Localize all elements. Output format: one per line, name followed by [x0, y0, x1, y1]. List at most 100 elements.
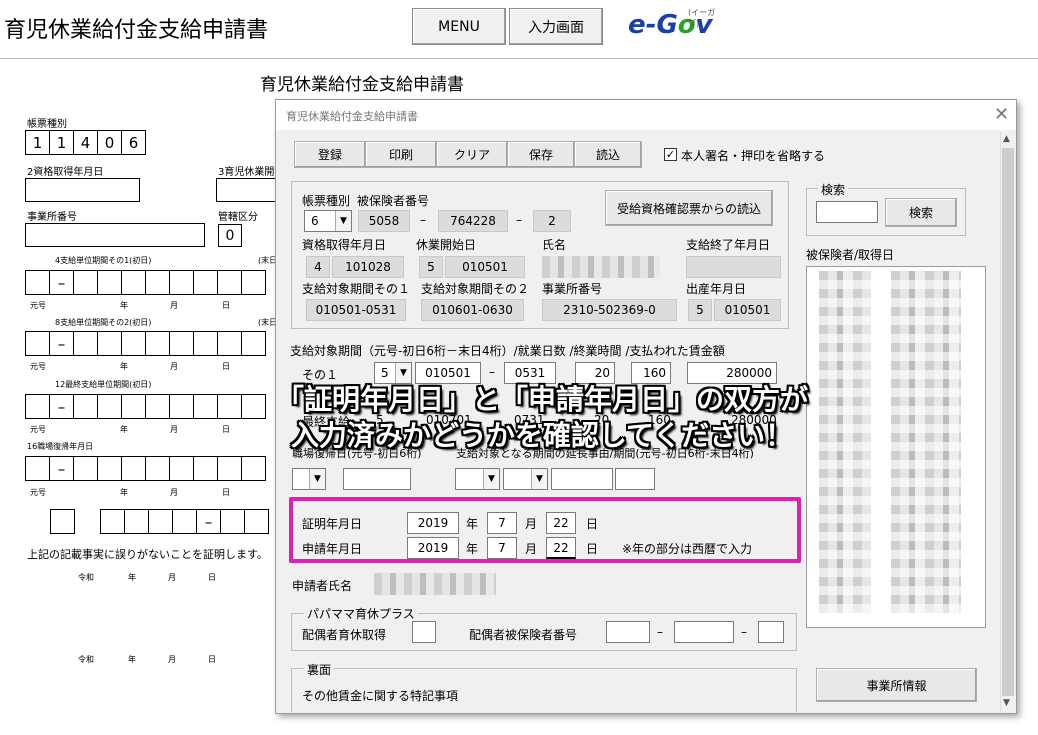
bg-sub-month: 月	[170, 488, 178, 497]
bg-cell	[193, 394, 218, 419]
bg-cell	[169, 270, 194, 295]
insured-no-part1: 5058	[358, 210, 410, 232]
menu-button[interactable]: MENU	[412, 8, 506, 45]
bg-cell: –	[49, 331, 74, 356]
spouse-insured-part2[interactable]	[674, 621, 734, 643]
row1-wage-input[interactable]: 280000	[687, 362, 777, 384]
chevron-down-icon[interactable]: ▼	[531, 469, 547, 489]
office-info-button[interactable]: 事業所情報	[816, 668, 977, 702]
return-era-select[interactable]: ▼	[292, 468, 326, 490]
bg-sub-era: 元号	[30, 425, 46, 434]
bg-cell	[73, 456, 98, 481]
read-qualification-button[interactable]: 受給資格確認票からの読込	[605, 190, 773, 226]
omit-sign-label: 本人署名・押印を省略する	[681, 149, 826, 163]
save-button[interactable]: 保存	[507, 141, 575, 168]
spouse-insured-label: 配偶者被保険者番号	[469, 628, 578, 642]
chevron-down-icon[interactable]: ▼	[309, 469, 325, 489]
scroll-up-icon[interactable]: ▲	[1003, 134, 1010, 144]
row1-hours-input[interactable]: 160	[631, 362, 671, 384]
leave-era: 5	[419, 256, 443, 278]
dash: –	[657, 625, 663, 639]
row1-end-input[interactable]: 0531	[504, 362, 556, 384]
spouse-insured-part1[interactable]	[606, 621, 650, 643]
bg-cell	[121, 394, 146, 419]
bg-cell	[169, 456, 194, 481]
bg-certify-text: 上記の記載事実に誤りがないことを証明します。	[27, 548, 268, 561]
bg-cell: –	[49, 456, 74, 481]
bg-reiwa2: 令和	[78, 655, 94, 664]
extension-era-select[interactable]: ▼	[503, 468, 548, 490]
bg-year3: 年	[128, 655, 136, 664]
bg-reiwa: 令和	[78, 573, 94, 582]
bg-cell	[169, 394, 194, 419]
scrollbar-thumb[interactable]	[1002, 148, 1014, 696]
bg-digit: 6	[121, 130, 146, 155]
bg-label-qual-date: 2資格取得年月日	[27, 167, 104, 178]
extension-end-input[interactable]	[615, 468, 655, 490]
label-period2: 支給対象期間その２	[421, 282, 530, 296]
bg-cell	[172, 509, 197, 534]
extension-start-input[interactable]	[551, 468, 613, 490]
label-period1: 支給対象期間その１	[302, 282, 411, 296]
close-icon[interactable]: ✕	[994, 104, 1009, 125]
bg-label-office-no: 事業所番号	[27, 212, 77, 223]
load-button[interactable]: 読込	[574, 141, 642, 168]
extension-reason-select[interactable]: ▼	[455, 468, 500, 490]
bg-cell	[121, 331, 146, 356]
chevron-down-icon[interactable]: ▼	[395, 363, 411, 383]
row1-era-select[interactable]: 5 ▼	[374, 362, 412, 384]
bg-cell	[50, 509, 75, 534]
row1-start-input[interactable]: 010501	[415, 362, 481, 384]
bg-sub-year: 年	[120, 425, 128, 434]
bg-cell	[100, 509, 125, 534]
instruction-line-2: 入力済みかどうかを確認してください！	[290, 419, 794, 452]
bg-sub-era: 元号	[30, 488, 46, 497]
label-leave-start: 休業開始日	[416, 238, 477, 252]
bg-cell	[148, 509, 173, 534]
bg-label-form-type: 帳票種別	[27, 119, 67, 130]
list-item-redacted[interactable]	[891, 271, 961, 613]
row1-days-input[interactable]: 20	[575, 362, 615, 384]
bg-cell: –	[196, 509, 221, 534]
input-screen-button[interactable]: 入力画面	[509, 8, 603, 45]
bg-cell	[73, 394, 98, 419]
dash: –	[489, 365, 495, 379]
bg-cell	[193, 270, 218, 295]
bg-cell	[97, 394, 122, 419]
bg-period-last-row: –	[25, 394, 266, 419]
chevron-down-icon[interactable]: ▼	[335, 211, 351, 231]
label-support-end: 支給終了年月日	[686, 238, 771, 252]
return-date-input[interactable]	[343, 468, 411, 490]
bg-sub-era: 元号	[30, 362, 46, 371]
bg-label-period-last: 12最終支給単位期間(初日)	[55, 380, 152, 389]
bg-cell	[145, 331, 170, 356]
clear-button[interactable]: クリア	[436, 141, 508, 168]
form-type-value: 6	[311, 214, 319, 228]
chevron-down-icon[interactable]: ▼	[483, 469, 499, 489]
bg-cell	[121, 456, 146, 481]
spouse-leave-input[interactable]	[412, 621, 436, 643]
form-type-select[interactable]: 6 ▼	[304, 210, 352, 232]
label-birth: 出産年月日	[686, 282, 747, 296]
bg-digit: 4	[73, 130, 98, 155]
register-button[interactable]: 登録	[294, 141, 366, 168]
bg-sub-day: 日	[222, 488, 230, 497]
omit-sign-checkbox[interactable]: ✓	[664, 148, 677, 161]
bg-cell	[73, 331, 98, 356]
bg-cell	[241, 270, 266, 295]
search-input[interactable]	[816, 201, 878, 223]
bg-cell	[145, 394, 170, 419]
search-button[interactable]: 検索	[885, 198, 957, 227]
insured-list[interactable]	[806, 266, 986, 628]
applicant-name-redacted[interactable]	[374, 573, 496, 595]
bg-cell	[244, 509, 269, 534]
spouse-insured-part3[interactable]	[758, 621, 784, 643]
scroll-down-icon[interactable]: ▼	[1003, 698, 1010, 708]
leave-date: 010501	[445, 256, 525, 278]
egov-logo[interactable]: e-Gov (イーガブ)	[628, 8, 723, 44]
bg-qual-date-box	[25, 178, 140, 202]
print-button[interactable]: 印刷	[365, 141, 437, 168]
list-item-redacted[interactable]	[819, 271, 871, 613]
period-section-heading: 支給対象期間（元号-初日6桁－末日4桁）/就業日数 /終業時間 /支払われた賃金…	[290, 344, 725, 358]
bg-cell: –	[49, 394, 74, 419]
